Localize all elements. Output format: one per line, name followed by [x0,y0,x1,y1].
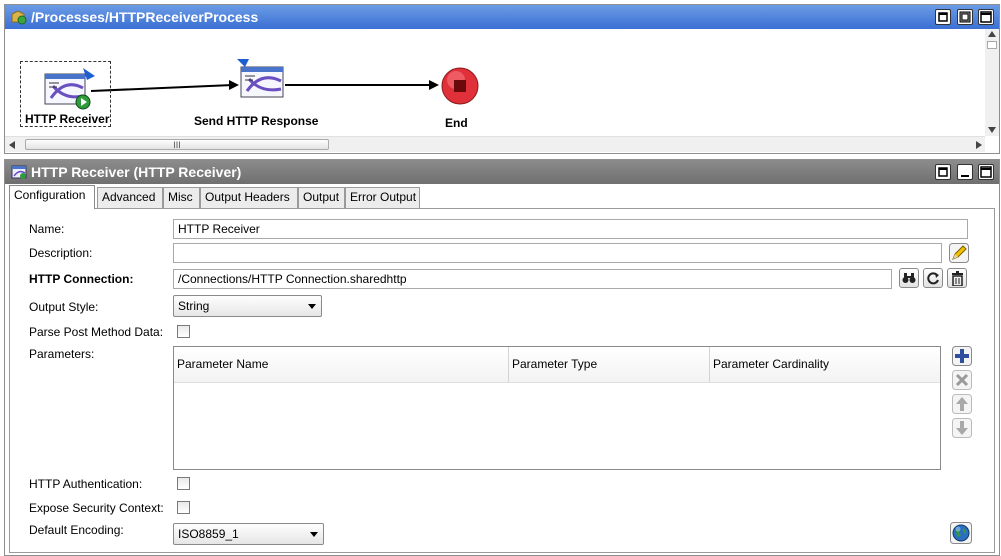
process-title: /Processes/HTTPReceiverProcess [31,9,259,25]
move-up-button[interactable] [952,394,972,414]
parse-post-checkbox[interactable] [177,325,190,338]
tab-advanced[interactable]: Advanced [97,187,163,208]
end-node-icon[interactable] [440,66,480,109]
trash-icon [952,271,963,286]
close-icon [952,370,972,390]
http-receiver-small-icon [11,164,27,183]
parse-post-label: Parse Post Method Data: [29,325,164,339]
http-receiver-icon [43,68,99,113]
horizontal-scrollbar[interactable]: III [5,136,985,152]
refresh-icon [927,272,939,285]
minimize-button[interactable] [957,164,973,180]
default-encoding-select[interactable]: ISO8859_1 [173,523,324,545]
arrow-down-icon [952,418,972,438]
configuration-content: Name: HTTP Receiver Description: HTTP Co… [9,208,995,553]
process-canvas[interactable]: HTTP Receiver Send HTTP Response End [5,29,985,136]
restore-button[interactable] [935,164,951,180]
http-authentication-label: HTTP Authentication: [29,477,143,491]
add-row-button[interactable] [952,346,972,366]
http-connection-input[interactable]: /Connections/HTTP Connection.sharedhttp [173,269,892,289]
column-header[interactable]: Parameter Cardinality [710,347,940,383]
scroll-left-icon[interactable] [9,141,15,149]
expose-security-label: Expose Security Context: [29,501,164,515]
tab-misc[interactable]: Misc [163,187,200,208]
properties-title: HTTP Receiver (HTTP Receiver) [31,164,242,180]
tab-error-output[interactable]: Error Output [345,187,420,208]
move-down-button[interactable] [952,418,972,438]
window-button[interactable] [978,9,994,25]
chevron-down-icon [308,304,316,309]
activity-label: End [445,116,468,130]
delete-row-button[interactable] [952,370,972,390]
default-encoding-label: Default Encoding: [29,523,124,537]
output-style-label: Output Style: [29,300,99,314]
tab-configuration[interactable]: Configuration [9,185,95,209]
globe-icon[interactable] [950,522,972,547]
scrollbar-thumb[interactable]: III [25,139,329,150]
description-input[interactable] [173,243,942,263]
activity-label: Send HTTP Response [194,114,319,128]
description-label: Description: [29,246,93,260]
clear-button[interactable] [947,268,967,288]
process-title-bar: /Processes/HTTPReceiverProcess [5,5,999,29]
http-connection-label: HTTP Connection: [29,272,134,286]
name-label: Name: [29,222,65,236]
properties-panel: HTTP Receiver (HTTP Receiver) Configurat… [4,159,1000,556]
browse-binoculars-button[interactable] [899,268,919,288]
process-transitions [90,80,439,92]
chevron-down-icon [310,532,318,537]
column-header[interactable]: Parameter Type [509,347,710,383]
activity-label: HTTP Receiver [25,112,110,126]
plus-icon [952,346,972,366]
maximize-button[interactable] [957,9,973,25]
vertical-scrollbar[interactable] [985,29,999,136]
process-panel: /Processes/HTTPReceiverProcess HTTP Rece… [4,4,1000,154]
tab-output[interactable]: Output [298,187,345,208]
expose-security-checkbox[interactable] [177,501,190,514]
output-style-select[interactable]: String [173,295,322,317]
properties-title-bar: HTTP Receiver (HTTP Receiver) [5,160,999,184]
http-authentication-checkbox[interactable] [177,477,190,490]
binoculars-icon [902,273,916,283]
tab-output-headers[interactable]: Output Headers [200,187,298,208]
name-input[interactable]: HTTP Receiver [173,219,968,239]
restore-button[interactable] [935,9,951,25]
edit-pencil-icon[interactable] [949,243,969,266]
output-style-value: String [178,299,210,313]
maximize-button[interactable] [978,164,994,180]
column-header[interactable]: Parameter Name [174,347,509,383]
scroll-right-icon[interactable] [976,141,982,149]
default-encoding-value: ISO8859_1 [178,527,239,541]
parameters-table[interactable]: Parameter Name Parameter Type Parameter … [173,346,941,470]
send-http-response-icon[interactable] [235,57,287,106]
parameters-label: Parameters: [29,347,95,361]
activity-http-receiver[interactable]: HTTP Receiver [20,61,111,127]
go-to-resource-button[interactable] [923,268,943,288]
process-folder-icon [10,8,28,29]
arrow-up-icon [952,394,972,414]
